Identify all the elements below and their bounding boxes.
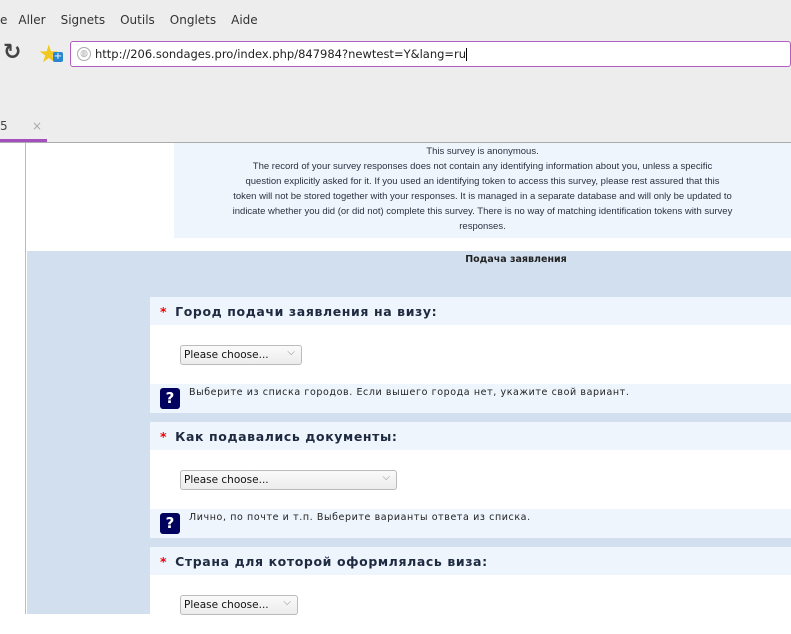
menu-aller[interactable]: Aller <box>18 13 45 27</box>
close-tab-icon[interactable]: × <box>32 119 42 133</box>
chevron-down-icon: ⌵ <box>382 472 390 483</box>
anonymity-notice: This survey is anonymous. The record of … <box>174 143 791 238</box>
menu-onglets[interactable]: Onglets <box>170 13 216 27</box>
country-select[interactable]: Please choose... ⌵ <box>180 595 298 615</box>
browser-tab[interactable]: 5 × <box>0 119 47 137</box>
notice-line: responses. <box>459 221 506 232</box>
question-1: * Город подачи заявления на визу: Please … <box>150 297 791 413</box>
question-2: * Как подавались документы: Please choose… <box>150 422 791 538</box>
browser-chrome: e Aller Signets Outils Onglets Aide ↻ ★ +… <box>0 0 791 142</box>
menu-bar: e Aller Signets Outils Onglets Aide <box>0 13 273 27</box>
city-select[interactable]: Please choose... ⌵ <box>180 345 302 365</box>
required-mark: * <box>160 304 168 319</box>
question-text: Город подачи заявления на визу: <box>175 304 438 319</box>
select-value: Please choose... <box>184 349 269 361</box>
submission-method-select[interactable]: Please choose... ⌵ <box>180 470 397 490</box>
url-bar[interactable]: ◍ http://206.sondages.pro/index.php/8479… <box>70 41 791 67</box>
select-value: Please choose... <box>184 474 269 486</box>
bookmark-star-icon[interactable]: ★ + <box>38 40 63 68</box>
required-mark: * <box>160 554 168 569</box>
question-header: * Город подачи заявления на визу: <box>150 297 791 325</box>
question-group: Подача заявления * Город подачи заявления… <box>27 251 791 634</box>
notice-line: token will not be stored together with y… <box>233 191 732 202</box>
url-text[interactable]: http://206.sondages.pro/index.php/847984… <box>95 47 467 61</box>
notice-line: This survey is anonymous. <box>426 146 539 157</box>
menu-outils[interactable]: Outils <box>120 13 155 27</box>
help-text: Лично, по почте и т.п. Выберите варианты… <box>189 512 531 523</box>
chevron-down-icon: ⌵ <box>283 597 291 608</box>
notice-line: The record of your survey responses does… <box>252 161 713 172</box>
menu-item[interactable]: e <box>0 13 7 27</box>
chevron-down-icon: ⌵ <box>287 347 295 358</box>
help-icon: ? <box>160 388 180 409</box>
notice-line: question explicitly asked for it. If you… <box>245 176 720 187</box>
question-3: * Страна для которой оформлялась виза: Pl… <box>150 547 791 634</box>
question-header: * Как подавались документы: <box>150 422 791 450</box>
menu-signets[interactable]: Signets <box>61 13 106 27</box>
globe-icon: ◍ <box>77 47 91 61</box>
help-text: Выберите из списка городов. Если вышего … <box>189 387 630 398</box>
question-header: * Страна для которой оформлялась виза: <box>150 547 791 575</box>
select-value: Please choose... <box>184 599 269 611</box>
tab-label: 5 <box>0 119 8 133</box>
group-title: Подача заявления <box>465 254 567 265</box>
reload-icon[interactable]: ↻ <box>3 40 21 65</box>
menu-aide[interactable]: Aide <box>231 13 258 27</box>
question-text: Как подавались документы: <box>175 429 398 444</box>
notice-line: indicate whether you did (or did not) co… <box>232 206 733 217</box>
divider <box>25 143 26 614</box>
question-text: Страна для которой оформлялась виза: <box>175 554 488 569</box>
required-mark: * <box>160 429 168 444</box>
help-icon: ? <box>160 513 180 534</box>
